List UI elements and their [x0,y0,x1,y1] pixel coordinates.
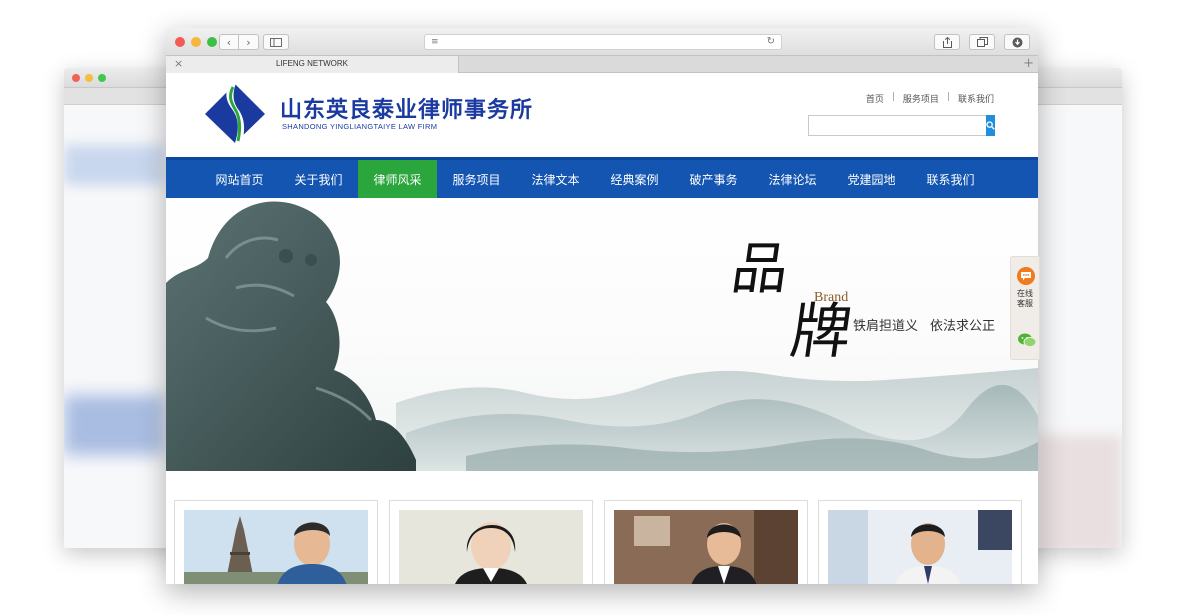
lawyer-photo [184,510,368,584]
nav-item-services[interactable]: 服务项目 [437,160,516,198]
blurred-block [64,395,164,455]
tabs-overview-button[interactable] [969,34,995,50]
top-links: 首页 | 服务项目 | 联系我们 [866,92,994,105]
service-label-line-2: 客服 [1017,299,1033,308]
site-search [808,115,995,136]
nav-item-lawyers[interactable]: 律师风采 [358,160,437,198]
web-page: 山东英良泰业律师事务所 SHANDONG YINGLIANGTAIYE LAW … [166,73,1038,584]
hero-banner[interactable]: 品 牌 Brand 铁肩担道义 依法求公正 [166,198,1038,471]
nav-item-contact[interactable]: 联系我们 [911,160,990,198]
calligraphy-char-1: 品 [727,237,793,302]
minimize-window-icon[interactable] [191,37,201,47]
downloads-button[interactable] [1004,34,1030,50]
download-icon [1012,37,1022,47]
top-link-contact[interactable]: 联系我们 [958,92,994,105]
sidebar-icon [270,37,282,47]
firm-name[interactable]: 山东英良泰业律师事务所 [280,92,533,124]
tabs-icon [976,37,988,47]
lawyer-photo [399,510,583,584]
brand-word: Brand [814,290,849,305]
back-button[interactable]: ‹ [219,34,239,50]
chat-bubble-icon[interactable] [1017,267,1035,285]
firm-name-english: SHANDONG YINGLIANGTAIYE LAW FIRM [282,122,438,131]
main-nav: 网站首页 关于我们 律师风采 服务项目 法律文本 经典案例 破产事务 法律论坛 … [166,157,1038,198]
lawyer-card[interactable] [389,500,593,584]
browser-window: ‹ › ≡ ↻ × LIFENG NETWORK + 山东英良泰业律师事务所 S… [166,28,1038,584]
zoom-dot-icon [98,74,106,82]
site-header: 山东英良泰业律师事务所 SHANDONG YINGLIANGTAIYE LAW … [166,73,1038,157]
forward-button[interactable]: › [239,34,259,50]
reader-view-icon[interactable]: ≡ [431,37,439,47]
slogan-part-1: 铁肩担道义 [853,319,919,334]
share-icon [942,36,952,48]
nav-item-bankruptcy[interactable]: 破产事务 [674,160,753,198]
new-tab-button[interactable]: + [1023,56,1034,71]
blurred-block [64,145,164,185]
search-button[interactable] [986,115,995,136]
close-dot-icon [72,74,80,82]
tab-bar: × LIFENG NETWORK + [166,56,1038,73]
blurred-block [1038,435,1122,548]
link-separator: | [946,92,950,102]
tab-title: LIFENG NETWORK [275,59,348,68]
online-service-label[interactable]: 在线 客服 [1011,289,1039,309]
search-input[interactable] [808,115,986,136]
zoom-window-icon[interactable] [207,37,217,47]
search-icon [986,121,995,130]
lawyer-card[interactable] [818,500,1022,584]
browser-tab[interactable]: × LIFENG NETWORK [166,56,459,73]
top-link-services[interactable]: 服务项目 [903,92,939,105]
sidebar-toggle-button[interactable] [263,34,289,50]
lawyer-card[interactable] [174,500,378,584]
nav-item-cases[interactable]: 经典案例 [595,160,674,198]
window-controls [175,37,217,47]
wechat-icon[interactable] [1017,332,1037,348]
link-separator: | [891,92,895,102]
calligraphy-char-2: 牌 [786,297,856,367]
nav-item-about[interactable]: 关于我们 [279,160,358,198]
lawyer-photo [828,510,1012,584]
close-window-icon[interactable] [175,37,185,47]
minimize-dot-icon [85,74,93,82]
history-buttons: ‹ › [219,34,259,50]
lawyer-photo [614,510,798,584]
toolbar-right-buttons [934,34,1030,50]
reload-icon[interactable]: ↻ [767,36,775,47]
slogan-part-2: 依法求公正 [930,319,996,334]
nav-item-home[interactable]: 网站首页 [200,160,279,198]
nav-item-forum[interactable]: 法律论坛 [753,160,832,198]
browser-toolbar: ‹ › ≡ ↻ [166,28,1038,56]
law-firm-logo[interactable] [202,81,268,143]
lawyer-cards [166,492,1038,584]
nav-item-party[interactable]: 党建园地 [832,160,911,198]
service-label-line-1: 在线 [1017,289,1033,298]
top-link-home[interactable]: 首页 [866,92,884,105]
background-window-controls [72,74,106,82]
address-bar[interactable]: ≡ ↻ [424,34,782,50]
banner-artwork [166,201,1038,471]
share-button[interactable] [934,34,960,50]
lawyer-card[interactable] [604,500,808,584]
nav-item-legal-texts[interactable]: 法律文本 [516,160,595,198]
online-service-widget[interactable]: 在线 客服 [1010,256,1040,360]
